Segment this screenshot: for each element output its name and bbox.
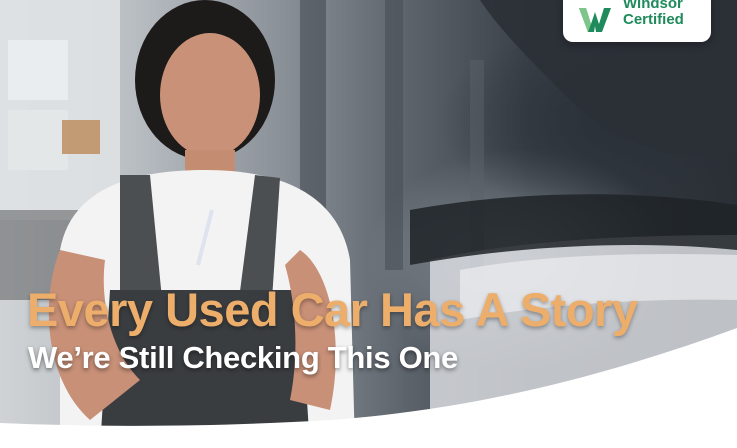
windsor-w-logo-icon: [579, 8, 611, 32]
hero-subheadline: We’re Still Checking This One: [28, 340, 458, 375]
hero-banner: Windsor Certified Every Used Car Has A S…: [0, 0, 737, 448]
badge-brand-name: Windsor: [623, 0, 683, 12]
windsor-certified-badge[interactable]: Windsor Certified: [563, 0, 711, 42]
badge-certified-label: Certified: [623, 11, 684, 28]
hero-headline: Every Used Car Has A Story: [27, 283, 638, 336]
